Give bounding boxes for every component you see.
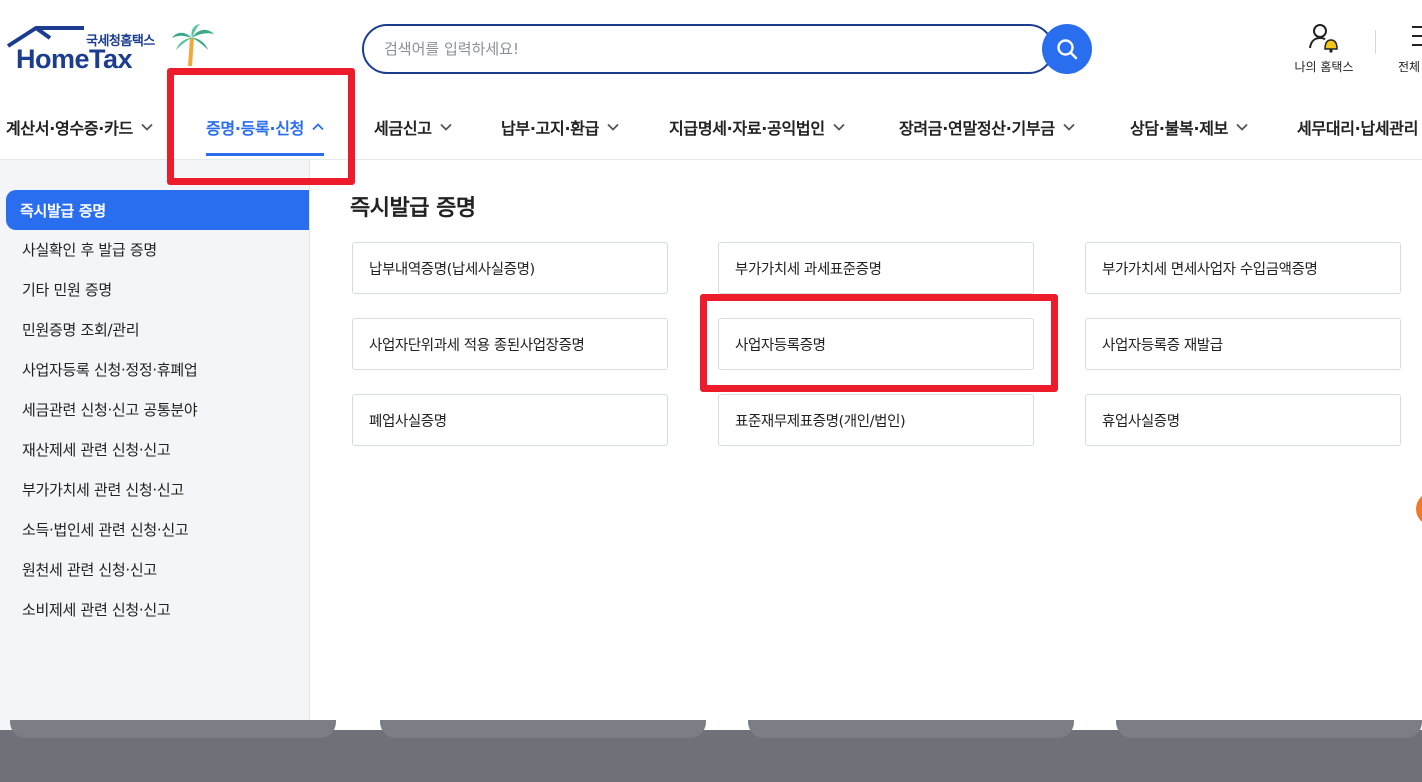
card-label: 부가가치세 과세표준증명 bbox=[735, 261, 882, 278]
sidebar-item-label: 원천세 관련 신청·신고 bbox=[22, 560, 157, 579]
chevron-down-icon bbox=[607, 123, 619, 131]
sidebar-item-withholding-tax[interactable]: 원천세 관련 신청·신고 bbox=[8, 549, 308, 589]
nav-item-certificates[interactable]: 증명·등록·신청 bbox=[206, 96, 325, 158]
chevron-down-icon bbox=[833, 123, 845, 131]
chevron-down-icon bbox=[1063, 123, 1075, 131]
card-financial-statement-certificate[interactable]: 표준재무제표증명(개인/법인) bbox=[718, 394, 1034, 446]
nav-item-label: 장려금·연말정산·기부금 bbox=[899, 119, 1055, 138]
card-label: 사업자단위과세 적용 종된사업장증명 bbox=[369, 337, 585, 354]
card-vat-exempt-income-certificate[interactable]: 부가가치세 면세사업자 수입금액증명 bbox=[1085, 242, 1401, 294]
chevron-down-icon bbox=[1236, 123, 1248, 131]
nav-item-tax-agent[interactable]: 세무대리·납세관리 bbox=[1297, 96, 1418, 158]
bottom-pill bbox=[748, 720, 1074, 738]
sidebar-item-label: 즉시발급 증명 bbox=[20, 201, 106, 220]
nav-item-label: 세금신고 bbox=[374, 119, 432, 138]
chevron-down-icon bbox=[440, 123, 452, 131]
sidebar-item-label: 민원증명 조회/관리 bbox=[22, 320, 140, 339]
sidebar-item-property-tax[interactable]: 재산제세 관련 신청·신고 bbox=[8, 429, 308, 469]
sidebar-item-label: 부가가치세 관련 신청·신고 bbox=[22, 480, 184, 499]
sidebar-item-common-filing[interactable]: 세금관련 신청·신고 공통분야 bbox=[8, 389, 308, 429]
sidebar-item-label: 소득·법인세 관련 신청·신고 bbox=[22, 520, 189, 539]
search-icon bbox=[1057, 39, 1078, 60]
nav-item-label: 계산서·영수증·카드 bbox=[6, 119, 133, 138]
sidebar-item-label: 기타 민원 증명 bbox=[22, 280, 112, 299]
sidebar-item-other-certificates[interactable]: 기타 민원 증명 bbox=[8, 269, 308, 309]
nav-item-payment[interactable]: 납부·고지·환급 bbox=[501, 96, 619, 158]
chevron-down-icon bbox=[141, 123, 153, 131]
nav-item-receipts[interactable]: 계산서·영수증·카드 bbox=[6, 96, 153, 158]
sidebar-item-certificate-manage[interactable]: 민원증명 조회/관리 bbox=[8, 309, 308, 349]
card-payment-history-certificate[interactable]: 납부내역증명(납세사실증명) bbox=[352, 242, 668, 294]
all-menu-label: 전체 bbox=[1398, 60, 1421, 74]
card-label: 납부내역증명(납세사실증명) bbox=[369, 261, 535, 278]
nav-item-incentives[interactable]: 장려금·연말정산·기부금 bbox=[899, 96, 1075, 158]
my-hometax-button[interactable]: 나의 홈택스 bbox=[1286, 22, 1362, 78]
sidebar-item-label: 세금관련 신청·신고 공통분야 bbox=[22, 400, 198, 419]
chevron-up-icon bbox=[312, 123, 324, 131]
nav-item-tax-filing[interactable]: 세금신고 bbox=[374, 96, 452, 158]
nav-item-label: 세무대리·납세관리 bbox=[1297, 119, 1419, 138]
card-label: 휴업사실증명 bbox=[1102, 413, 1180, 430]
sidebar-item-label: 소비제세 관련 신청·신고 bbox=[22, 600, 171, 619]
bottom-pill bbox=[1116, 720, 1422, 738]
card-label: 폐업사실증명 bbox=[369, 413, 447, 430]
card-suspension-certificate[interactable]: 휴업사실증명 bbox=[1085, 394, 1401, 446]
sidebar-item-business-registration[interactable]: 사업자등록 신청·정정·휴폐업 bbox=[8, 349, 308, 389]
sidebar-item-label: 재산제세 관련 신청·신고 bbox=[22, 440, 171, 459]
search-button[interactable] bbox=[1042, 24, 1092, 74]
nav-item-statements[interactable]: 지급명세·자료·공익법인 bbox=[669, 96, 845, 158]
card-business-registration-certificate[interactable]: 사업자등록증명 bbox=[718, 318, 1034, 370]
site-header: 국세청홈택스 HomeTax 나의 홈택스 전 bbox=[0, 0, 1422, 160]
card-subsidiary-business-certificate[interactable]: 사업자단위과세 적용 종된사업장증명 bbox=[352, 318, 668, 370]
header-divider bbox=[1375, 30, 1376, 54]
card-label: 표준재무제표증명(개인/법인) bbox=[735, 413, 906, 430]
card-label: 부가가치세 면세사업자 수입금액증명 bbox=[1102, 261, 1318, 278]
hamburger-icon bbox=[1412, 26, 1422, 46]
sidebar-item-instant-certificates[interactable]: 즉시발급 증명 bbox=[6, 190, 309, 230]
user-bell-icon bbox=[1309, 24, 1338, 53]
nav-item-label: 지급명세·자료·공익법인 bbox=[669, 119, 825, 138]
sidebar: 즉시발급 증명 사실확인 후 발급 증명 기타 민원 증명 민원증명 조회/관리… bbox=[0, 160, 310, 730]
bottom-pill bbox=[10, 720, 336, 738]
search-box bbox=[362, 24, 1054, 74]
card-vat-tax-base-certificate[interactable]: 부가가치세 과세표준증명 bbox=[718, 242, 1034, 294]
nav-item-label: 납부·고지·환급 bbox=[501, 119, 600, 138]
card-label: 사업자등록증명 bbox=[735, 337, 826, 354]
sidebar-item-label: 사실확인 후 발급 증명 bbox=[22, 240, 157, 259]
nav-item-label: 증명·등록·신청 bbox=[206, 119, 305, 138]
floating-chat-tab[interactable] bbox=[1416, 492, 1422, 526]
sidebar-item-vat[interactable]: 부가가치세 관련 신청·신고 bbox=[8, 469, 308, 509]
my-hometax-label: 나의 홈택스 bbox=[1294, 60, 1354, 74]
bottom-overlay-strip bbox=[0, 720, 1422, 782]
nav-item-label: 상담·불복·제보 bbox=[1130, 119, 1229, 138]
logo-english-text: HomeTax bbox=[16, 44, 133, 74]
all-menu-button[interactable]: 전체 bbox=[1392, 22, 1422, 78]
sidebar-item-consumption-tax[interactable]: 소비제세 관련 신청·신고 bbox=[8, 589, 308, 629]
page-title: 즉시발급 증명 bbox=[350, 196, 476, 221]
sidebar-item-label: 사업자등록 신청·정정·휴폐업 bbox=[22, 360, 198, 379]
search-input[interactable] bbox=[384, 37, 1024, 61]
card-label: 사업자등록증 재발급 bbox=[1102, 337, 1223, 354]
sidebar-item-verified-certificates[interactable]: 사실확인 후 발급 증명 bbox=[8, 229, 308, 269]
main-nav: 계산서·영수증·카드 증명·등록·신청 세금신고 납부·고지·환급 지급명세·자… bbox=[0, 96, 1422, 158]
card-business-registration-reissue[interactable]: 사업자등록증 재발급 bbox=[1085, 318, 1401, 370]
nav-item-consulting[interactable]: 상담·불복·제보 bbox=[1130, 96, 1248, 158]
active-tab-underline bbox=[206, 153, 325, 156]
sidebar-item-income-corporate-tax[interactable]: 소득·법인세 관련 신청·신고 bbox=[8, 509, 308, 549]
bottom-pill bbox=[380, 720, 706, 738]
palm-tree-icon bbox=[172, 24, 214, 67]
card-closure-certificate[interactable]: 폐업사실증명 bbox=[352, 394, 668, 446]
hometax-logo[interactable]: 국세청홈택스 HomeTax bbox=[6, 24, 216, 80]
